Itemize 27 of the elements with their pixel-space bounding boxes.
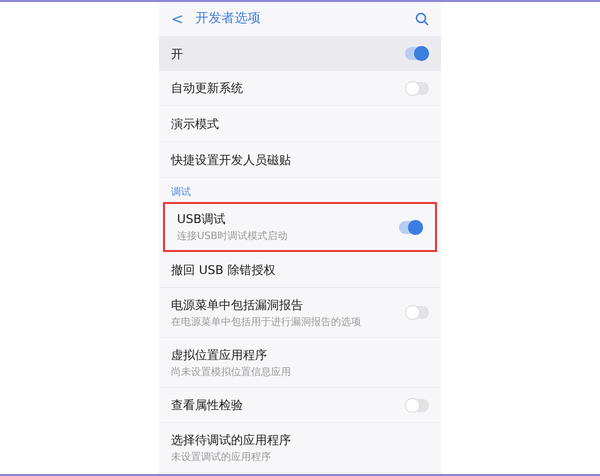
row-title: 电源菜单中包括漏洞报告 (171, 296, 304, 314)
row-title: 快捷设置开发人员磁贴 (171, 152, 292, 168)
settings-row[interactable]: 自动更新系统 (159, 71, 441, 106)
row-subtitle: 连接USB时调试模式启动 (177, 230, 289, 244)
settings-row[interactable]: USB调试 连接USB时调试模式启动 (163, 202, 437, 252)
section-header: 调试 (171, 186, 191, 200)
settings-row[interactable]: 虚拟位置应用程序 尚未设置模拟位置信息应用 (159, 338, 441, 388)
row-title: 演示模式 (171, 116, 220, 132)
row-title: 开 (171, 46, 184, 62)
row-title: 撤回 USB 除错授权 (171, 262, 276, 278)
row-title: USB调试 (177, 211, 227, 228)
row-subtitle: 在电源菜单中包括用于进行漏洞报告的选项 (171, 316, 362, 330)
row-subtitle: 尚未设置模拟位置信息应用 (171, 366, 292, 380)
row-title: 选择待调试的应用程序 (171, 432, 292, 448)
back-button[interactable]: < (171, 8, 184, 30)
page-title: 开发者选项 (196, 10, 262, 28)
settings-row[interactable]: 电源菜单中包括漏洞报告 在电源菜单中包括用于进行漏洞报告的选项 (159, 288, 441, 338)
row-title: 查看属性检验 (171, 397, 244, 414)
settings-row[interactable]: 查看属性检验 (159, 388, 441, 423)
settings-row[interactable]: 演示模式 (159, 106, 441, 142)
settings-row[interactable]: 撤回 USB 除错授权 (159, 252, 441, 288)
settings-row[interactable]: 快捷设置开发人员磁贴 (159, 142, 441, 178)
row-subtitle: 未设置调试的应用程序 (171, 450, 272, 464)
settings-row[interactable]: 开 (159, 36, 441, 71)
row-title: 虚拟位置应用程序 (171, 346, 268, 364)
row-title: 自动更新系统 (171, 80, 244, 97)
settings-row[interactable]: 选择待调试的应用程序 未设置调试的应用程序 (159, 423, 441, 473)
